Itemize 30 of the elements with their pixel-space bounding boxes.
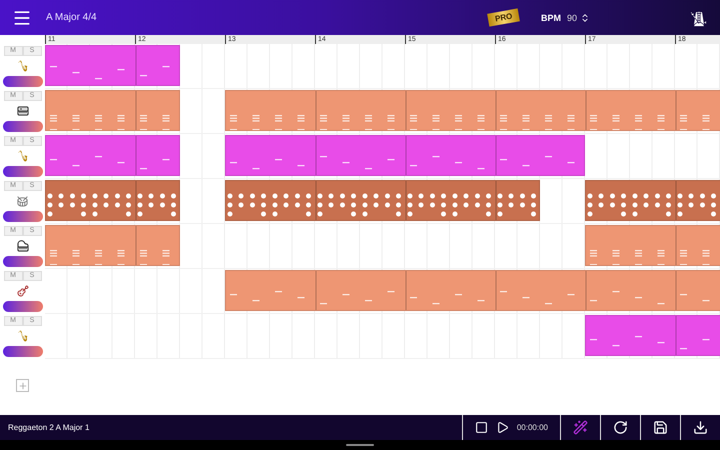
- saxophone-icon[interactable]: [16, 150, 28, 162]
- drum-icon[interactable]: [17, 196, 28, 206]
- time-display: 00:00:00: [516, 423, 548, 432]
- volume-pill[interactable]: [2, 301, 42, 312]
- saxophone-icon[interactable]: [16, 60, 28, 72]
- refresh-button[interactable]: [613, 420, 628, 435]
- saxophone-icon[interactable]: [16, 330, 28, 342]
- guitar-icon[interactable]: [16, 285, 28, 297]
- plus-icon: [18, 380, 28, 390]
- magic-wand-button[interactable]: [573, 420, 588, 435]
- add-track-button[interactable]: [16, 379, 29, 392]
- volume-pill[interactable]: [2, 256, 42, 267]
- up-down-icon[interactable]: [580, 12, 590, 22]
- download-button[interactable]: [693, 420, 708, 435]
- volume-pill[interactable]: [2, 211, 42, 222]
- volume-pill[interactable]: [2, 166, 42, 177]
- pro-badge[interactable]: PRO: [486, 8, 520, 27]
- bpm-label: BPM: [540, 12, 561, 22]
- play-button[interactable]: [496, 421, 509, 434]
- bpm-value[interactable]: 90: [566, 12, 577, 22]
- volume-pill[interactable]: [2, 76, 42, 87]
- song-title: Reggaeton 2 A Major 1: [7, 423, 90, 432]
- piano-icon[interactable]: [16, 240, 28, 252]
- volume-pill[interactable]: [2, 346, 42, 357]
- keyboard-icon[interactable]: [16, 105, 28, 117]
- volume-pill[interactable]: [2, 121, 42, 132]
- key-signature-title: A Major 4/4: [46, 12, 97, 23]
- save-button[interactable]: [653, 420, 668, 435]
- stop-button[interactable]: [474, 421, 488, 434]
- home-handle[interactable]: [346, 444, 374, 446]
